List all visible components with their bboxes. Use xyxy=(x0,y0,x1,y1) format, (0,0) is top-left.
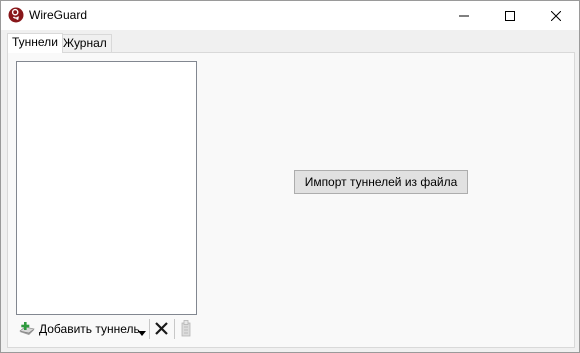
maximize-icon xyxy=(505,10,515,21)
tunnel-toolbar: Добавить туннель xyxy=(16,317,216,341)
add-tunnel-label: Добавить туннель xyxy=(39,322,140,336)
toolbar-separator xyxy=(149,319,150,339)
maximize-button[interactable] xyxy=(487,1,533,30)
wireguard-logo-icon xyxy=(8,7,24,23)
import-tunnels-button[interactable]: Импорт туннелей из файла xyxy=(294,170,468,194)
minimize-icon xyxy=(459,11,469,21)
close-icon xyxy=(551,10,561,21)
tab-tunnels[interactable]: Туннели xyxy=(7,33,63,53)
close-button[interactable] xyxy=(533,1,579,30)
export-icon[interactable] xyxy=(180,320,192,340)
window-title: WireGuard xyxy=(29,8,88,22)
tunnels-tab-page: Добавить туннель Импорт туннелей из файл… xyxy=(7,52,575,348)
chevron-down-icon[interactable] xyxy=(138,325,146,339)
delete-icon[interactable] xyxy=(155,322,168,338)
tab-log[interactable]: Журнал xyxy=(58,34,112,52)
add-tunnel-button[interactable]: Добавить туннель xyxy=(19,319,140,339)
minimize-button[interactable] xyxy=(441,1,487,30)
tunnel-list[interactable] xyxy=(16,61,197,315)
toolbar-separator xyxy=(174,319,175,339)
title-bar[interactable]: WireGuard xyxy=(1,1,579,30)
app-window: WireGuard Туннели Журнал Добавить туннел… xyxy=(0,0,580,353)
add-tunnel-icon xyxy=(19,320,35,339)
